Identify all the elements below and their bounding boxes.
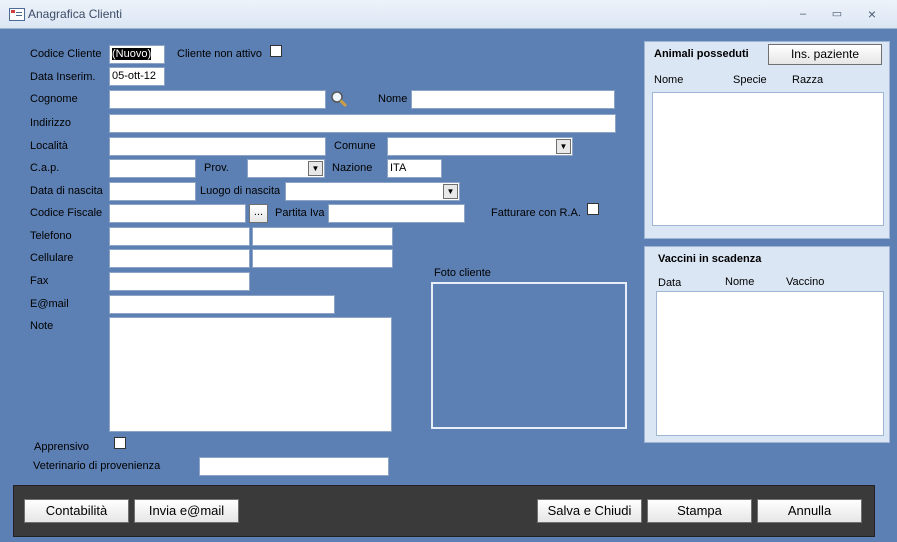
codice-cliente-value: (Nuovo)	[112, 48, 152, 60]
invia-email-button[interactable]: Invia e@mail	[134, 499, 239, 523]
email-label: E@mail	[30, 298, 69, 310]
animali-col-specie: Specie	[733, 74, 767, 86]
note-label: Note	[30, 320, 54, 332]
data-nascita-label: Data di nascita	[30, 185, 103, 197]
animali-col-nome: Nome	[654, 74, 684, 86]
fax-field[interactable]	[109, 272, 250, 291]
close-button[interactable]: ×	[861, 6, 883, 22]
animali-col-razza: Razza	[792, 74, 824, 86]
data-inserim-label: Data Inserim.	[30, 71, 96, 83]
ins-paziente-button[interactable]: Ins. paziente	[768, 44, 882, 65]
veterinario-label: Veterinario di provenienza	[33, 460, 161, 472]
codice-fiscale-field[interactable]	[109, 204, 246, 223]
comune-combo[interactable]: ▼	[387, 137, 573, 156]
apprensivo-label: Apprensivo	[34, 441, 90, 453]
vaccini-col-data: Data	[658, 277, 682, 289]
contabilita-button[interactable]: Contabilità	[24, 499, 129, 523]
vaccini-title: Vaccini in scadenza	[658, 253, 762, 265]
note-textarea[interactable]	[109, 317, 392, 432]
foto-cliente-frame[interactable]	[431, 282, 627, 429]
cellulare-field-1[interactable]	[109, 249, 250, 268]
nazione-label: Nazione	[332, 162, 373, 174]
localita-field[interactable]	[109, 137, 326, 156]
email-field[interactable]	[109, 295, 335, 314]
prov-label: Prov.	[204, 162, 229, 174]
title-bar	[0, 0, 897, 29]
minimize-button[interactable]: –	[792, 6, 814, 22]
data-nascita-field[interactable]	[109, 182, 196, 201]
animali-list[interactable]	[652, 92, 884, 226]
telefono-label: Telefono	[30, 230, 72, 242]
vaccini-col-vaccino: Vaccino	[786, 276, 825, 288]
apprensivo-checkbox[interactable]	[114, 437, 126, 449]
localita-label: Località	[30, 140, 68, 152]
cognome-field[interactable]	[109, 90, 326, 109]
fax-label: Fax	[30, 275, 49, 287]
animali-title: Animali posseduti	[654, 48, 749, 60]
codice-cliente-label: Codice Cliente	[30, 48, 102, 60]
partita-iva-field[interactable]	[328, 204, 465, 223]
prov-combo[interactable]: ▼	[247, 159, 325, 178]
cellulare-label: Cellulare	[30, 252, 74, 264]
veterinario-field[interactable]	[199, 457, 389, 476]
codice-cliente-field[interactable]: (Nuovo)	[109, 45, 165, 64]
nazione-field[interactable]: ITA	[387, 159, 442, 178]
telefono-field-1[interactable]	[109, 227, 250, 246]
codice-fiscale-label: Codice Fiscale	[30, 207, 103, 219]
chevron-down-icon[interactable]: ▼	[556, 139, 571, 154]
fatturare-ra-label: Fatturare con R.A.	[491, 207, 581, 219]
salva-chiudi-button[interactable]: Salva e Chiudi	[537, 499, 642, 523]
chevron-down-icon[interactable]: ▼	[443, 184, 458, 199]
indirizzo-field[interactable]	[109, 114, 616, 133]
form-icon	[9, 8, 25, 21]
cliente-non-attivo-checkbox[interactable]	[270, 45, 282, 57]
cognome-label: Cognome	[30, 93, 78, 105]
partita-iva-label: Partita Iva	[275, 207, 325, 219]
vaccini-col-nome: Nome	[725, 276, 755, 288]
indirizzo-label: Indirizzo	[30, 117, 71, 129]
window-title: Anagrafica Clienti	[28, 7, 123, 21]
chevron-down-icon[interactable]: ▼	[308, 161, 323, 176]
maximize-button[interactable]: ▭	[826, 6, 848, 22]
codice-fiscale-calc-button[interactable]: ...	[249, 204, 268, 223]
data-inserim-field[interactable]: 05-ott-12	[109, 67, 165, 86]
cliente-non-attivo-label: Cliente non attivo	[177, 48, 262, 60]
cellulare-field-2[interactable]	[252, 249, 393, 268]
cap-field[interactable]	[109, 159, 196, 178]
search-cognome-button[interactable]	[330, 90, 348, 108]
magnifier-icon	[331, 91, 348, 108]
nome-field[interactable]	[411, 90, 615, 109]
vaccini-list[interactable]	[656, 291, 884, 436]
cap-label: C.a.p.	[30, 162, 60, 174]
comune-label: Comune	[334, 140, 376, 152]
nome-label: Nome	[378, 93, 408, 105]
fatturare-ra-checkbox[interactable]	[587, 203, 599, 215]
foto-cliente-label: Foto cliente	[434, 267, 491, 279]
stampa-button[interactable]: Stampa	[647, 499, 752, 523]
telefono-field-2[interactable]	[252, 227, 393, 246]
luogo-nascita-label: Luogo di nascita	[200, 185, 281, 197]
luogo-nascita-combo[interactable]: ▼	[285, 182, 460, 201]
annulla-button[interactable]: Annulla	[757, 499, 862, 523]
